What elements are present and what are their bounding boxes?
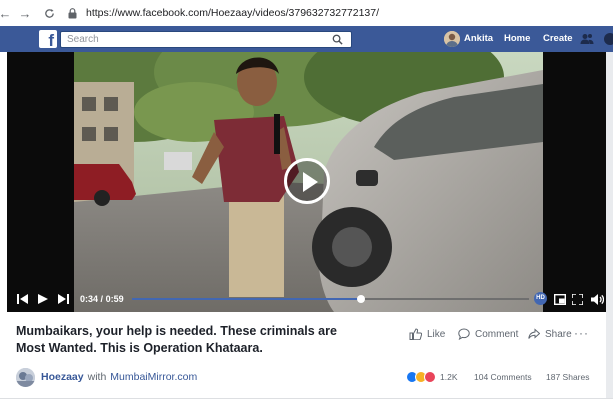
share-button[interactable]: Share [528,328,572,340]
reactions-summary[interactable] [406,371,444,383]
like-icon [409,328,422,340]
progress-fill [132,298,361,300]
duration: 0:59 [105,294,124,304]
share-label: Share [545,328,572,340]
search-placeholder: Search [67,34,99,45]
right-page-edge [606,52,613,399]
post-author-row: Hoezaay with MumbaiMirror.com [16,367,197,387]
comment-label: Comment [475,328,519,340]
video-controls: 0:34 / 0:59 HD [7,286,606,312]
search-icon[interactable] [332,34,343,45]
back-arrow-icon[interactable]: ← [0,4,12,22]
lock-icon [66,4,78,22]
shares-count[interactable]: 187 Shares [546,372,589,382]
skip-forward-icon[interactable] [58,294,69,304]
author-name-link[interactable]: Hoezaay [41,371,84,383]
time-separator: / [100,294,104,304]
reaction-count[interactable]: 1.2K [440,372,458,382]
facebook-top-bar: f Search Ankita Home Create [0,26,613,52]
messenger-icon[interactable] [603,32,613,46]
facebook-logo-icon[interactable]: f [39,30,57,48]
love-reaction-icon [424,371,436,383]
search-input[interactable]: Search [60,31,352,48]
comment-icon [458,328,470,340]
video-frame[interactable] [74,52,543,312]
volume-icon[interactable] [591,294,604,305]
progress-knob[interactable] [356,295,365,303]
comment-button[interactable]: Comment [458,328,518,340]
tagged-page-link[interactable]: MumbaiMirror.com [110,371,197,383]
share-icon [528,328,540,339]
forward-arrow-icon[interactable]: → [18,4,32,22]
create-link[interactable]: Create [543,33,573,44]
play-small-icon[interactable] [38,294,48,304]
home-link[interactable]: Home [504,33,530,44]
like-label: Like [427,328,446,340]
current-time: 0:34 [80,294,99,304]
with-label: with [87,371,107,383]
progress-bar[interactable] [132,295,529,303]
profile-link-name[interactable]: Ankita [464,33,493,44]
post-title: Mumbaikars, your help is needed. These c… [16,324,337,355]
address-bar-url[interactable]: https://www.facebook.com/Hoezaay/videos/… [86,7,379,19]
comments-count[interactable]: 104 Comments [474,372,532,382]
friends-icon[interactable] [580,32,594,46]
browser-toolbar: ← → https://www.facebook.com/Hoezaay/vid… [0,0,613,26]
author-avatar[interactable] [16,367,35,387]
facebook-video-page: ← → https://www.facebook.com/Hoezaay/vid… [0,0,613,399]
reload-icon[interactable] [42,4,56,22]
play-button[interactable] [284,158,330,204]
play-icon [303,172,318,192]
user-avatar[interactable] [444,31,460,47]
time-display: 0:34 / 0:59 [80,294,124,304]
more-options-icon[interactable]: ··· [574,326,589,340]
hd-badge[interactable]: HD [534,292,547,305]
video-player[interactable]: 0:34 / 0:59 HD [7,52,606,312]
fullscreen-icon[interactable] [572,294,583,305]
like-button[interactable]: Like [409,328,445,340]
picture-in-picture-icon[interactable] [554,294,566,305]
skip-back-icon[interactable] [17,294,28,304]
